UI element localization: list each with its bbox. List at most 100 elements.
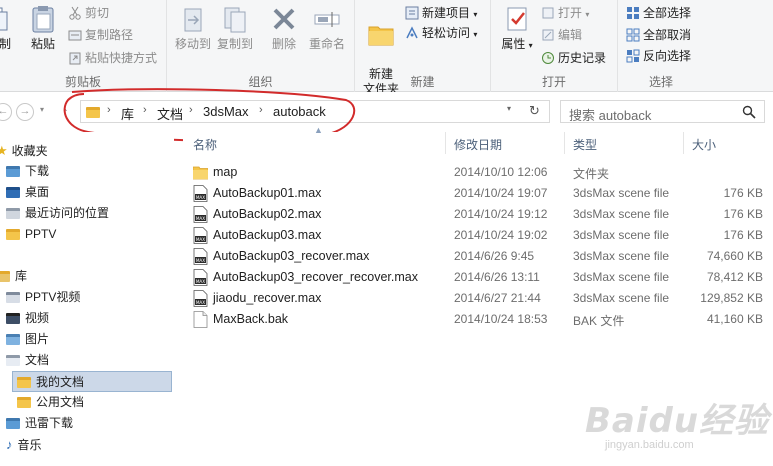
breadcrumb-item[interactable]: 库 (121, 104, 134, 123)
select-group: 全部选择 全部取消 反向选择 选择 (618, 0, 704, 92)
chevron-down-icon: ▾ (585, 10, 590, 19)
refresh-button[interactable]: ↻ (529, 103, 540, 119)
file-modified-date: 2014/10/24 19:02 (454, 228, 548, 242)
navigation-pane: ★ 收藏夹 下载 桌面 最近访问的位置 PPTV 库 PPTV视频 视频 图片 文… (0, 132, 174, 466)
address-bar[interactable]: › 库 › 文档 › 3dsMax › autoback ▾ ↻ (80, 100, 550, 123)
invert-selection-icon (626, 49, 640, 63)
baidu-jingyan-watermark: Baidu经验 jingyan.baidu.com (585, 393, 769, 451)
properties-button[interactable]: 属性 ▾ (499, 4, 535, 53)
edit-button[interactable]: 编辑 (541, 26, 582, 44)
sidebar-item-desktop[interactable]: 桌面 (6, 182, 49, 203)
up-button[interactable]: ↑ (62, 104, 69, 119)
new-folder-icon (368, 26, 394, 46)
sidebar-item-recent-places[interactable]: 最近访问的位置 (6, 203, 109, 224)
sidebar-item-downloads[interactable]: 下载 (6, 161, 49, 182)
file-size: 41,160 KB (706, 312, 763, 326)
chevron-down-icon: ▾ (507, 104, 512, 113)
sort-ascending-icon: ▲ (314, 125, 323, 135)
sidebar-item-public-documents[interactable]: 公用文档 (17, 392, 84, 413)
copy-path-button[interactable]: 复制路径 (68, 26, 133, 44)
invert-selection-button[interactable]: 反向选择 (626, 47, 691, 65)
paste-shortcut-icon (69, 52, 81, 65)
clipboard-group: 制 粘贴 剪切 复制路径 粘贴快捷方式 剪贴板 (0, 0, 167, 92)
file-type: 3dsMax scene file (573, 186, 670, 200)
table-row[interactable]: MAX AutoBackup01.max 2014/10/24 19:07 3dsMa… (183, 183, 773, 204)
column-header-size[interactable]: 大小 (692, 136, 716, 153)
cut-button[interactable]: 剪切 (68, 4, 109, 22)
video-library-icon (6, 292, 20, 303)
max-file-icon: MAX (193, 248, 208, 265)
sidebar-item-my-documents[interactable]: 我的文档 (12, 371, 172, 392)
file-modified-date: 2014/10/24 19:07 (454, 186, 548, 200)
rename-button[interactable]: 重命名 (305, 4, 349, 52)
max-file-icon: MAX (193, 269, 208, 286)
forward-button[interactable]: → (16, 103, 34, 121)
svg-text:MAX: MAX (196, 216, 205, 221)
file-icon (193, 311, 208, 328)
column-divider[interactable] (683, 132, 684, 154)
sidebar-item-music[interactable]: ♪ 音乐 (6, 434, 42, 455)
table-row[interactable]: map 2014/10/10 12:06 文件夹 (183, 162, 773, 183)
file-type: 3dsMax scene file (573, 228, 670, 242)
column-divider[interactable] (564, 132, 565, 154)
scissors-icon (69, 6, 81, 20)
column-header-name[interactable]: 名称 (193, 136, 217, 153)
move-to-icon (184, 8, 202, 32)
breadcrumb-item[interactable]: autoback (273, 104, 326, 119)
file-type: 文件夹 (573, 167, 610, 181)
organize-group: 移动到 复制到 删除 重命名 组织 (167, 0, 355, 92)
breadcrumb-separator: › (259, 104, 263, 116)
select-all-button[interactable]: 全部选择 (626, 4, 691, 22)
sidebar-item-favorites[interactable]: ★ 收藏夹 (0, 140, 48, 161)
copy-to-button[interactable]: 复制到 (215, 4, 255, 52)
select-none-button[interactable]: 全部取消 (626, 26, 691, 44)
search-input[interactable]: 搜索 autoback (569, 105, 651, 124)
max-file-icon: MAX (193, 290, 208, 307)
history-button[interactable]: 历史记录 (541, 49, 606, 67)
column-divider[interactable] (445, 132, 446, 154)
table-row[interactable]: MAX AutoBackup03_recover.max 2014/6/26 9:4… (183, 246, 773, 267)
sidebar-item-libraries[interactable]: 库 (0, 266, 27, 287)
open-button[interactable]: 打开 ▾ (541, 4, 589, 22)
table-row[interactable]: MAX AutoBackup03.max 2014/10/24 19:02 3dsMa… (183, 225, 773, 246)
delete-button[interactable]: 删除 (267, 4, 301, 52)
sidebar-item-thunder-downloads[interactable]: 迅雷下载 (6, 413, 73, 434)
file-name: MaxBack.bak (213, 312, 289, 326)
copy-icon (0, 7, 8, 31)
picture-icon (6, 334, 20, 345)
sidebar-item-pictures[interactable]: 图片 (6, 329, 49, 350)
star-icon: ★ (0, 143, 8, 158)
clipboard-group-label: 剪贴板 (64, 75, 101, 89)
sidebar-item-videos[interactable]: 视频 (6, 308, 49, 329)
paste-shortcut-button[interactable]: 粘贴快捷方式 (68, 49, 157, 67)
column-header-date[interactable]: 修改日期 (454, 136, 502, 153)
move-to-button[interactable]: 移动到 (173, 4, 213, 52)
search-box[interactable]: 搜索 autoback (560, 100, 765, 123)
address-dropdown[interactable]: ▾ (507, 104, 511, 113)
thunder-download-icon (6, 418, 20, 429)
new-group: 新建 文件夹 新建项目 ▾ 轻松访问 ▾ 新建 (355, 0, 491, 96)
sidebar-item-documents[interactable]: 文档 (6, 350, 49, 371)
paste-button[interactable]: 粘贴 (26, 4, 60, 52)
easy-access-button[interactable]: 轻松访问 ▾ (405, 24, 477, 42)
file-name: AutoBackup03_recover.max (213, 249, 370, 263)
recent-locations-dropdown[interactable]: ▾ (40, 105, 44, 114)
table-row[interactable]: MAX jiaodu_recover.max 2014/6/27 21:44 3dsM… (183, 288, 773, 309)
copy-button[interactable]: 制 (0, 4, 16, 52)
sidebar-item-pptv-video[interactable]: PPTV视频 (6, 287, 80, 308)
max-file-icon: MAX (193, 227, 208, 244)
file-name: AutoBackup01.max (213, 186, 322, 200)
copy-to-icon (224, 7, 246, 33)
breadcrumb-item[interactable]: 3dsMax (203, 104, 249, 119)
new-item-button[interactable]: 新建项目 ▾ (405, 4, 477, 22)
table-row[interactable]: MAX AutoBackup02.max 2014/10/24 19:12 3dsMa… (183, 204, 773, 225)
watermark-url: jingyan.baidu.com (605, 439, 694, 451)
breadcrumb-item[interactable]: 文档 (157, 104, 183, 123)
file-size: 78,412 KB (706, 270, 763, 284)
sidebar-item-pptv[interactable]: PPTV (6, 224, 56, 245)
column-header-type[interactable]: 类型 (573, 136, 597, 153)
folder-icon (17, 377, 31, 388)
paste-icon (32, 6, 54, 33)
table-row[interactable]: MAX AutoBackup03_recover_recover.max 2014/… (183, 267, 773, 288)
table-row[interactable]: MaxBack.bak 2014/10/24 18:53 BAK 文件 41,160 … (183, 309, 773, 330)
